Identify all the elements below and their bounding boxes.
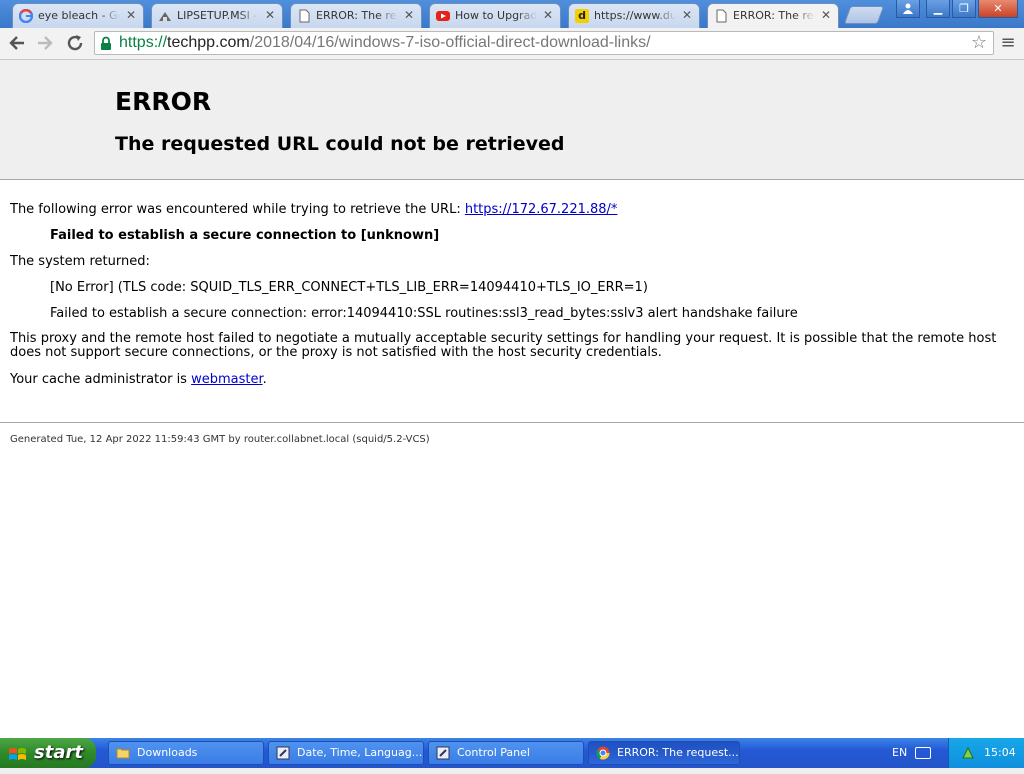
page-content: ERROR The requested URL could not be ret…: [0, 60, 1024, 738]
close-icon[interactable]: ✕: [821, 8, 831, 22]
reload-icon: [67, 35, 83, 51]
lock-icon: [100, 36, 111, 50]
close-icon[interactable]: ✕: [682, 8, 692, 22]
close-icon[interactable]: ✕: [265, 8, 275, 22]
new-tab-button[interactable]: [843, 6, 885, 24]
url-host: techpp.com: [167, 34, 250, 51]
close-icon[interactable]: ✕: [126, 8, 136, 22]
d-site-icon: d: [575, 9, 589, 23]
tab-eye-bleach[interactable]: eye bleach - Goo ✕: [12, 3, 144, 28]
task-label: ERROR: The request...: [617, 746, 739, 759]
tab-error-active[interactable]: ERROR: The requ ✕: [707, 3, 839, 29]
task-chrome-error[interactable]: ERROR: The request...: [588, 741, 740, 765]
failure-message: Failed to establish a secure connection …: [50, 228, 440, 243]
url-scheme: https://: [119, 34, 168, 51]
keyboard-icon[interactable]: [915, 747, 931, 759]
control-panel-icon: [276, 746, 290, 760]
webmaster-link[interactable]: webmaster: [191, 372, 263, 387]
folder-icon: [116, 746, 130, 760]
system-returned-label: The system returned:: [10, 254, 150, 269]
error-header: ERROR The requested URL could not be ret…: [0, 60, 1024, 180]
youtube-icon: [436, 9, 450, 23]
intro-text: The following error was encountered whil…: [10, 202, 617, 217]
close-icon[interactable]: ✕: [404, 8, 414, 22]
page-subtitle: The requested URL could not be retrieved: [115, 133, 565, 155]
tab-how-to-upgrade[interactable]: How to Upgrade ✕: [429, 3, 561, 28]
start-button[interactable]: start: [0, 738, 96, 768]
tab-title: ERROR: The requ: [733, 9, 815, 22]
archive-icon: [158, 9, 172, 23]
windows-flag-icon: [8, 744, 28, 762]
task-label: Control Panel: [457, 746, 530, 759]
address-bar[interactable]: https://techpp.com/2018/04/16/windows-7-…: [94, 31, 994, 55]
url-path: /2018/04/16/windows-7-iso-official-direc…: [249, 34, 651, 51]
ssl-error: Failed to establish a secure connection:…: [50, 306, 798, 321]
error-url-link[interactable]: https://172.67.221.88/*: [465, 202, 618, 217]
menu-icon[interactable]: ≡: [998, 32, 1018, 54]
intro-label: The following error was encountered whil…: [10, 202, 465, 217]
task-date-time[interactable]: Date, Time, Languag...: [268, 741, 424, 765]
admin-prefix: Your cache administrator is: [10, 372, 192, 387]
start-label: start: [34, 742, 83, 763]
tab-title: ERROR: The requ: [316, 9, 398, 22]
admin-line: Your cache administrator is webmaster.: [10, 372, 267, 387]
url-text[interactable]: https://techpp.com/2018/04/16/windows-7-…: [119, 34, 651, 52]
task-label: Date, Time, Languag...: [297, 746, 423, 759]
footer-divider: [0, 422, 1024, 423]
tab-title: LIPSETUP.MSI - A: [177, 9, 259, 22]
admin-suffix: .: [262, 372, 267, 387]
network-icon[interactable]: [961, 745, 975, 759]
browser-toolbar: https://techpp.com/2018/04/16/windows-7-…: [0, 28, 1024, 60]
tab-dum[interactable]: d https://www.dum ✕: [568, 3, 700, 28]
explanation-text: This proxy and the remote host failed to…: [10, 331, 997, 360]
footer-text: Generated Tue, 12 Apr 2022 11:59:43 GMT …: [10, 434, 430, 445]
page-title: ERROR: [115, 87, 212, 116]
tab-title: eye bleach - Goo: [38, 9, 120, 22]
forward-arrow-icon: [38, 36, 53, 50]
minimize-button[interactable]: ▁: [926, 0, 950, 18]
back-arrow-icon: [9, 36, 24, 50]
tab-title: https://www.dum: [594, 9, 676, 22]
tls-code: [No Error] (TLS code: SQUID_TLS_ERR_CONN…: [50, 280, 648, 295]
bookmark-star-icon[interactable]: ☆: [971, 32, 987, 53]
control-panel-icon: [436, 746, 450, 760]
back-button[interactable]: [6, 32, 28, 54]
tab-title: How to Upgrade: [455, 9, 537, 22]
task-control-panel[interactable]: Control Panel: [428, 741, 584, 765]
task-downloads[interactable]: Downloads: [108, 741, 264, 765]
page-icon: [714, 9, 728, 23]
task-label: Downloads: [137, 746, 198, 759]
taskbar: start Downloads Date, Time, Languag... C…: [0, 738, 1024, 768]
system-tray: 15:04: [948, 738, 1024, 768]
clock[interactable]: 15:04: [984, 746, 1016, 759]
user-icon[interactable]: [896, 0, 920, 18]
reload-button[interactable]: [64, 32, 86, 54]
language-indicator[interactable]: EN: [892, 746, 907, 759]
tab-strip: eye bleach - Goo ✕ LIPSETUP.MSI - A ✕ ER…: [0, 0, 1024, 29]
window-close-button[interactable]: ✕: [978, 0, 1018, 18]
close-icon[interactable]: ✕: [543, 8, 553, 22]
tab-error-1[interactable]: ERROR: The requ ✕: [290, 3, 422, 28]
forward-button[interactable]: [34, 32, 56, 54]
google-icon: [18, 8, 34, 24]
tab-lipsetup[interactable]: LIPSETUP.MSI - A ✕: [151, 3, 283, 28]
restore-button[interactable]: ❐: [952, 0, 976, 18]
page-icon: [297, 9, 311, 23]
chrome-icon: [596, 746, 610, 760]
